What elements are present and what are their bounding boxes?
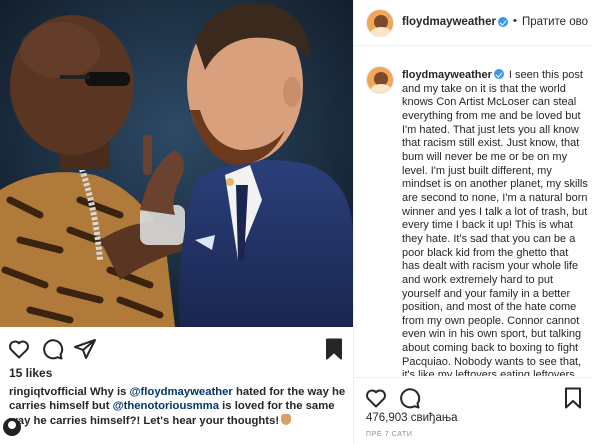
user-avatar-icon[interactable] <box>3 418 21 436</box>
caption-username[interactable]: ringiqtvofficial <box>9 386 87 398</box>
mention-link[interactable]: @thenotoriousmma <box>113 400 219 412</box>
post-timestamp[interactable]: ПРЕ 7 САТИ <box>366 431 412 438</box>
right-post: floydmayweather • Пратите ово floydmaywe… <box>353 0 592 444</box>
mention-link[interactable]: @floydmayweather <box>130 386 233 398</box>
header-username[interactable]: floydmayweather <box>402 16 496 28</box>
heart-icon[interactable] <box>364 386 388 410</box>
caption-text: I seen this post and my take on it is th… <box>402 69 588 376</box>
bookmark-icon[interactable] <box>561 386 585 410</box>
post-header: floydmayweather • Пратите ово <box>354 0 592 46</box>
heart-icon[interactable] <box>7 337 31 361</box>
left-action-bar <box>0 334 353 362</box>
avatar[interactable] <box>366 9 394 37</box>
caption-username[interactable]: floydmayweather <box>402 69 492 81</box>
comment-icon[interactable] <box>40 337 64 361</box>
verified-badge-icon <box>493 69 504 79</box>
comment-icon[interactable] <box>397 386 421 410</box>
avatar[interactable] <box>366 66 394 94</box>
post-photo[interactable] <box>0 0 353 327</box>
bookmark-icon[interactable] <box>322 337 346 361</box>
like-count[interactable]: 476,903 свиђања <box>366 412 458 424</box>
left-caption: ringiqtvofficial Why is @floydmayweather… <box>9 385 349 428</box>
left-post: 15 likes ringiqtvofficial Why is @floydm… <box>0 0 353 444</box>
thinking-emoji-icon <box>281 413 292 425</box>
left-like-count[interactable]: 15 likes <box>9 366 52 380</box>
header-separator: • <box>513 15 517 27</box>
follow-button[interactable]: Пратите ово <box>522 16 588 28</box>
caption-text: Why is <box>86 386 130 398</box>
share-icon[interactable] <box>73 337 97 361</box>
comments-area[interactable]: floydmayweather I seen this post and my … <box>354 60 592 376</box>
post-photo-illustration <box>0 0 353 327</box>
post-footer: 476,903 свиђања ПРЕ 7 САТИ <box>354 377 592 444</box>
verified-badge-icon <box>498 17 508 27</box>
post-caption: floydmayweather I seen this post and my … <box>402 69 588 376</box>
